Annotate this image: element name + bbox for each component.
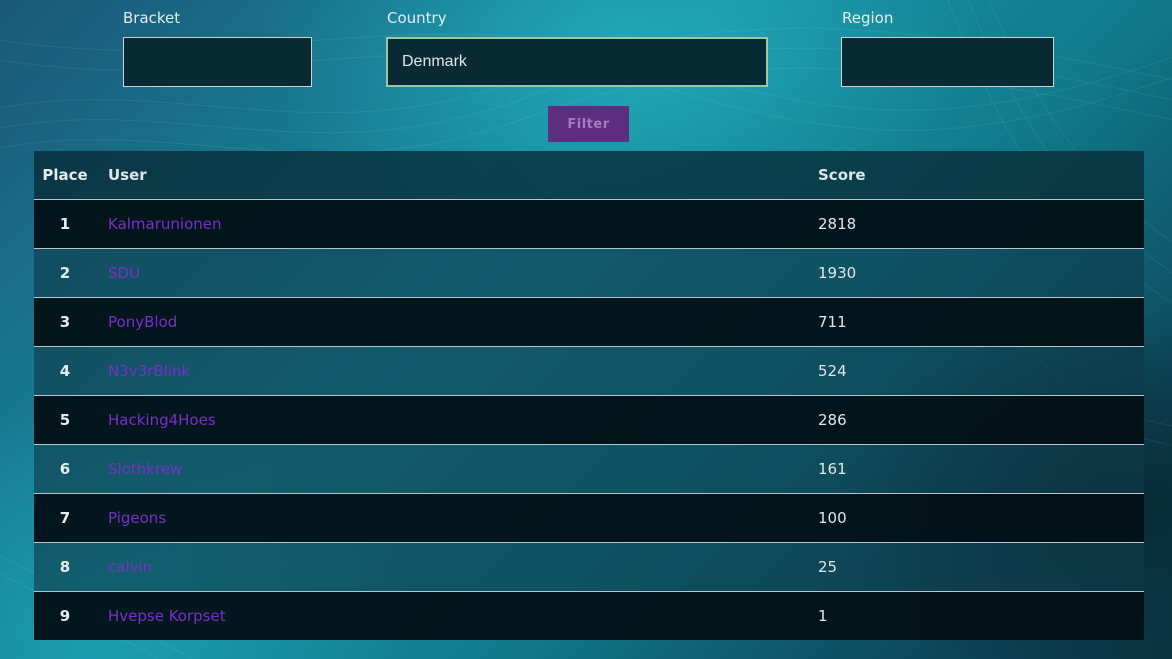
place-cell: 5 — [59, 411, 71, 429]
scoreboard-table: Place User Score 1 Kalmarunionen 2818 2 … — [34, 151, 1144, 640]
score-cell: 711 — [818, 313, 847, 331]
user-link[interactable]: calvin — [108, 558, 152, 576]
country-label: Country — [387, 9, 447, 27]
score-cell: 161 — [818, 460, 847, 478]
score-cell: 286 — [818, 411, 847, 429]
header-place: Place — [42, 166, 88, 184]
place-cell: 7 — [59, 509, 71, 527]
header-score: Score — [818, 166, 866, 184]
table-row: 2 SDU 1930 — [34, 249, 1144, 298]
user-link[interactable]: Kalmarunionen — [108, 215, 222, 233]
table-row: 6 Slothkrew 161 — [34, 445, 1144, 494]
bracket-input[interactable] — [123, 37, 312, 87]
place-cell: 2 — [59, 264, 71, 282]
table-header-row: Place User Score — [34, 151, 1144, 200]
place-cell: 8 — [59, 558, 71, 576]
score-cell: 1 — [818, 607, 828, 625]
user-link[interactable]: SDU — [108, 264, 140, 282]
user-link[interactable]: Pigeons — [108, 509, 166, 527]
table-row: 7 Pigeons 100 — [34, 494, 1144, 543]
table-row: 8 calvin 25 — [34, 543, 1144, 592]
user-link[interactable]: PonyBlod — [108, 313, 177, 331]
place-cell: 3 — [59, 313, 71, 331]
table-row: 5 Hacking4Hoes 286 — [34, 396, 1144, 445]
score-cell: 2818 — [818, 215, 857, 233]
place-cell: 4 — [59, 362, 71, 380]
user-link[interactable]: Hvepse Korpset — [108, 607, 226, 625]
bracket-label: Bracket — [123, 9, 181, 27]
score-cell: 25 — [818, 558, 838, 576]
table-row: 3 PonyBlod 711 — [34, 298, 1144, 347]
score-cell: 524 — [818, 362, 847, 380]
table-row: 9 Hvepse Korpset 1 — [34, 592, 1144, 640]
score-cell: 1930 — [818, 264, 857, 282]
table-row: 4 N3v3rBlink 524 — [34, 347, 1144, 396]
score-cell: 100 — [818, 509, 847, 527]
country-input[interactable] — [386, 37, 768, 87]
header-user: User — [108, 166, 147, 184]
place-cell: 9 — [59, 607, 71, 625]
place-cell: 1 — [59, 215, 71, 233]
user-link[interactable]: N3v3rBlink — [108, 362, 190, 380]
region-label: Region — [842, 9, 894, 27]
table-row: 1 Kalmarunionen 2818 — [34, 200, 1144, 249]
place-cell: 6 — [59, 460, 71, 478]
region-input[interactable] — [841, 37, 1054, 87]
user-link[interactable]: Hacking4Hoes — [108, 411, 216, 429]
user-link[interactable]: Slothkrew — [108, 460, 182, 478]
filter-button[interactable]: Filter — [548, 106, 629, 142]
